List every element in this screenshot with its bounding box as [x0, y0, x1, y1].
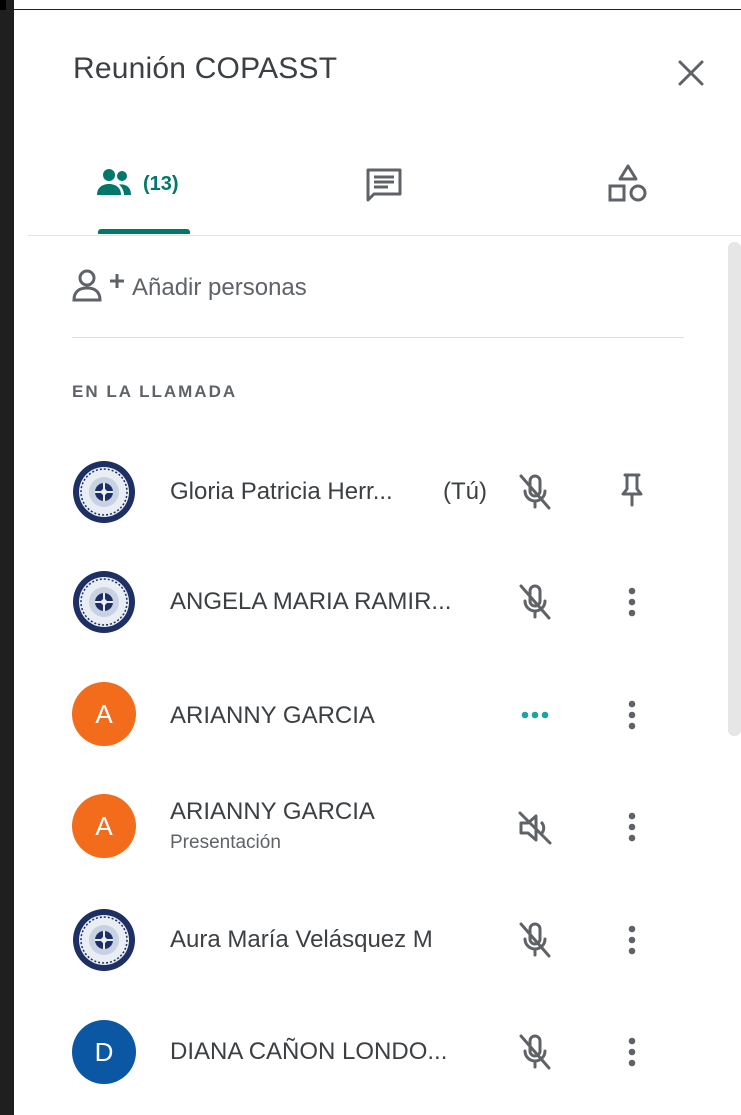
close-icon[interactable]	[672, 54, 710, 92]
window-corner	[0, 0, 6, 10]
mic-off-icon	[515, 472, 555, 512]
mic-off-icon	[515, 1032, 555, 1072]
add-people-label: Añadir personas	[132, 273, 307, 301]
avatar: A	[72, 682, 136, 746]
people-icon	[95, 167, 133, 202]
active-tab-indicator	[98, 229, 190, 234]
emblem-avatar-icon	[72, 908, 136, 972]
participant-name: Gloria Patricia Herr...	[170, 478, 393, 505]
avatar	[72, 460, 136, 524]
divider	[72, 337, 684, 338]
tab-activities[interactable]	[606, 162, 650, 211]
person-add-icon	[72, 268, 126, 307]
participant-name: ANGELA MARIA RAMIR...	[170, 588, 452, 615]
participant-name: Aura María Velásquez M	[170, 926, 433, 953]
volume-off-icon	[515, 808, 555, 848]
participant-row[interactable]: D DIANA CAÑON LONDO...	[0, 1002, 741, 1102]
participant-row[interactable]: Aura María Velásquez M	[0, 890, 741, 990]
avatar: A	[72, 794, 136, 858]
avatar	[72, 908, 136, 972]
more-vert-icon[interactable]	[612, 807, 652, 847]
participant-name: ARIANNY GARCIA	[170, 702, 375, 729]
chat-icon	[362, 168, 406, 212]
emblem-avatar-icon	[72, 570, 136, 634]
participant-row[interactable]: A ARIANNY GARCIA	[0, 666, 741, 766]
activities-icon	[606, 164, 650, 210]
emblem-avatar-icon	[72, 460, 136, 524]
avatar	[72, 570, 136, 634]
participant-row[interactable]: A ARIANNY GARCIA Presentación	[0, 776, 741, 876]
more-vert-icon[interactable]	[612, 1032, 652, 1072]
window-top-border	[0, 0, 741, 10]
panel-title: Reunión COPASST	[73, 52, 338, 85]
more-vert-icon[interactable]	[612, 695, 652, 735]
tab-people[interactable]: (13)	[95, 166, 179, 202]
you-label: (Tú)	[443, 478, 487, 505]
participant-name: ARIANNY GARCIA	[170, 798, 375, 825]
mic-off-icon	[515, 582, 555, 622]
participant-row[interactable]: Gloria Patricia Herr... (Tú)	[0, 442, 741, 542]
more-vert-icon[interactable]	[612, 582, 652, 622]
more-vert-icon[interactable]	[612, 920, 652, 960]
tabs-divider	[28, 235, 741, 236]
section-title: EN LA LLAMADA	[72, 382, 238, 401]
add-people-button[interactable]: Añadir personas	[72, 268, 307, 307]
tab-chat[interactable]	[362, 164, 406, 213]
participant-subtitle: Presentación	[170, 832, 281, 853]
avatar: D	[72, 1020, 136, 1084]
participant-name: DIANA CAÑON LONDO...	[170, 1038, 448, 1065]
participant-row[interactable]: ANGELA MARIA RAMIR...	[0, 552, 741, 652]
speaking-dots-icon	[515, 695, 555, 735]
participant-count: (13)	[143, 172, 179, 195]
mic-off-icon	[515, 920, 555, 960]
pin-icon[interactable]	[612, 470, 652, 510]
